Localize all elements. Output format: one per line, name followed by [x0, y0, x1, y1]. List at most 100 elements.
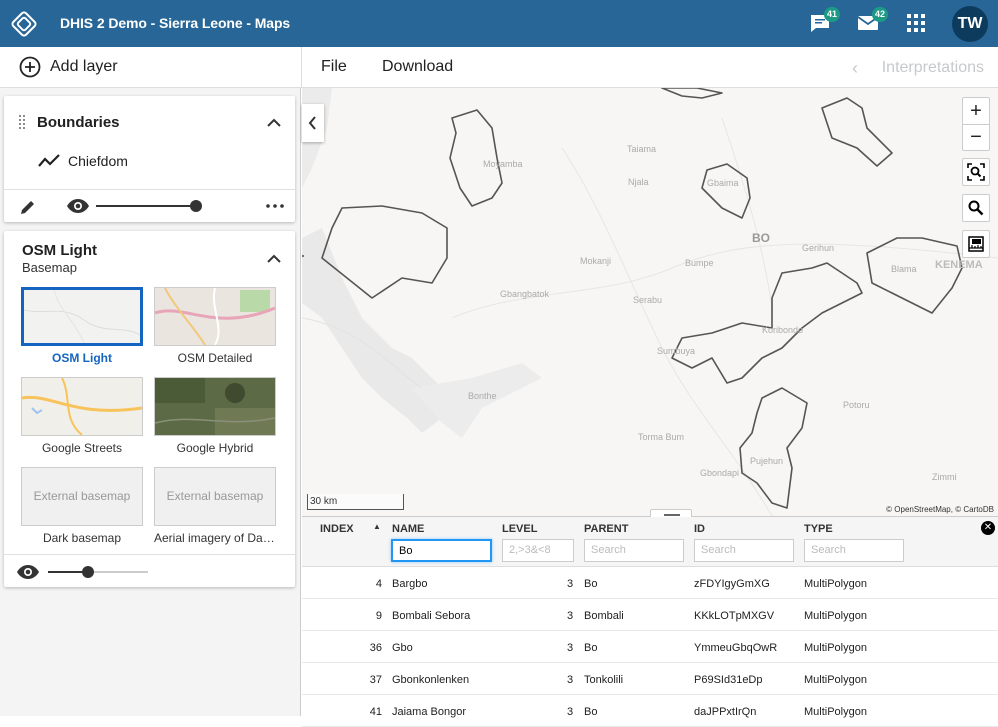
- basemap-option-label: OSM Light: [52, 351, 112, 365]
- interpretations-button[interactable]: Interpretations: [882, 59, 984, 77]
- chevron-up-icon[interactable]: [267, 118, 281, 128]
- cell-name: Bargbo: [392, 578, 428, 590]
- layer-card-footer: [4, 189, 295, 222]
- parent-filter-input[interactable]: Search: [584, 539, 684, 562]
- drag-handle-icon[interactable]: [18, 114, 26, 132]
- search-icon: [968, 200, 984, 216]
- table-row[interactable]: 36 Gbo 3 Bo YmmeuGbqOwR MultiPolygon: [302, 631, 998, 663]
- messages-badge: 41: [824, 7, 840, 22]
- cell-level: 3: [567, 578, 574, 590]
- opacity-slider-thumb[interactable]: [82, 566, 94, 578]
- basemap-thumbnail: [21, 377, 143, 436]
- map-place-label: KENEMA: [935, 259, 983, 271]
- basemap-thumbnail: External basemap: [154, 467, 276, 526]
- cell-id: daJPPxtIrQn: [694, 706, 757, 718]
- column-header-type[interactable]: TYPE: [804, 523, 833, 535]
- user-avatar[interactable]: TW: [952, 6, 988, 42]
- fit-bounds-button[interactable]: [962, 158, 990, 186]
- cell-level: 3: [567, 706, 574, 718]
- column-header-level[interactable]: LEVEL: [502, 523, 537, 535]
- cell-index: 36: [369, 642, 382, 654]
- map-attribution: © OpenStreetMap, © CartoDB: [886, 505, 994, 514]
- cell-parent: Tonkolili: [584, 674, 624, 686]
- map-place-label: Mokanji: [580, 256, 612, 266]
- legend-label: Chiefdom: [68, 153, 128, 169]
- more-options-icon[interactable]: [266, 204, 284, 208]
- fit-bounds-icon: [967, 163, 985, 181]
- id-filter-input[interactable]: Search: [694, 539, 794, 562]
- add-circle-icon: [19, 56, 41, 78]
- basemap-thumbnail: [21, 287, 143, 346]
- cell-id: P69SId31eDp: [694, 674, 763, 686]
- column-header-id[interactable]: ID: [694, 523, 705, 535]
- map-place-label: Gbaima: [707, 178, 739, 188]
- layer-title: Boundaries: [37, 114, 120, 131]
- cell-type: MultiPolygon: [804, 610, 867, 622]
- basemap-option-label: OSM Detailed: [177, 351, 253, 365]
- column-header-index[interactable]: INDEX: [320, 523, 354, 535]
- opacity-slider-track[interactable]: [96, 205, 196, 207]
- cell-parent: Bo: [584, 578, 598, 590]
- basemap-option-label: Google Streets: [41, 441, 123, 455]
- file-menu-button[interactable]: File: [321, 58, 347, 76]
- level-filter-input[interactable]: 2,>3&<8: [502, 539, 574, 562]
- zoom-in-button[interactable]: +: [963, 98, 989, 125]
- messages-icon[interactable]: 41: [808, 7, 840, 35]
- cell-type: MultiPolygon: [804, 674, 867, 686]
- edit-icon[interactable]: [18, 197, 38, 217]
- close-table-icon[interactable]: ✕: [981, 521, 995, 535]
- zoom-out-button[interactable]: −: [963, 125, 989, 151]
- apps-grid-icon[interactable]: [905, 11, 929, 35]
- basemap-option-google-hybrid[interactable]: Google Hybrid: [154, 377, 276, 455]
- chevron-up-icon[interactable]: [267, 254, 281, 264]
- basemap-option-google-streets[interactable]: Google Streets: [21, 377, 143, 455]
- column-header-name[interactable]: NAME: [392, 523, 424, 535]
- name-filter-input[interactable]: Bo: [391, 539, 492, 562]
- toolbar: Add layer File Download ‹ Interpretation…: [0, 47, 998, 88]
- basemap-thumbnail: External basemap: [21, 467, 143, 526]
- cell-id: KKkLOTpMXGV: [694, 610, 775, 622]
- cell-level: 3: [567, 642, 574, 654]
- cell-name: Gbonkonlenken: [392, 674, 470, 686]
- chevron-left-icon: [308, 116, 316, 130]
- sort-ascending-icon[interactable]: ▲: [373, 522, 381, 531]
- table-row[interactable]: 41 Jaiama Bongor 3 Bo daJPPxtIrQn MultiP…: [302, 695, 998, 727]
- basemap-option-osm-light[interactable]: OSM Light: [21, 287, 143, 365]
- map-place-label: Potoru: [843, 400, 870, 410]
- cell-index: 9: [375, 610, 382, 622]
- app-header: DHIS 2 Demo - Sierra Leone - Maps 41 42 …: [0, 0, 998, 47]
- map-canvas[interactable]: Taiama Moyamba Njala Gbaima BO Gerihun M…: [302, 88, 998, 516]
- type-filter-input[interactable]: Search: [804, 539, 904, 562]
- table-row[interactable]: 4 Bargbo 3 Bo zFDYIgyGmXG MultiPolygon: [302, 567, 998, 599]
- table-row[interactable]: 37 Gbonkonlenken 3 Tonkolili P69SId31eDp…: [302, 663, 998, 695]
- visibility-icon[interactable]: [16, 564, 40, 580]
- basemap-option-osm-detailed[interactable]: OSM Detailed: [154, 287, 276, 365]
- column-header-parent[interactable]: PARENT: [584, 523, 628, 535]
- email-icon[interactable]: 42: [856, 7, 888, 35]
- basemap-option-dark[interactable]: External basemap Dark basemap: [21, 467, 143, 545]
- map-place-label: Koribondo: [762, 325, 804, 335]
- boundaries-layer-card: Boundaries Chiefdom: [4, 96, 295, 222]
- map-place-label: Sumbuya: [657, 346, 696, 356]
- basemap-title: OSM Light: [22, 242, 97, 259]
- dhis2-logo-icon[interactable]: [10, 10, 38, 38]
- search-button[interactable]: [962, 194, 990, 222]
- map-place-label: Gerihun: [802, 243, 835, 253]
- opacity-slider-thumb[interactable]: [190, 200, 202, 212]
- cell-name: Bombali Sebora: [392, 610, 471, 622]
- chevron-left-icon[interactable]: ‹: [852, 58, 858, 79]
- collapse-panel-button[interactable]: [302, 104, 324, 142]
- map-place-label: Bumpe: [685, 258, 714, 268]
- basemap-thumbnail: [154, 287, 276, 346]
- cell-type: MultiPolygon: [804, 642, 867, 654]
- basemap-option-aerial[interactable]: External basemap Aerial imagery of Dar…: [154, 467, 276, 545]
- cell-index: 41: [369, 706, 382, 718]
- download-button[interactable]: Download: [382, 58, 453, 76]
- measure-button[interactable]: [962, 230, 990, 258]
- cell-name: Jaiama Bongor: [392, 706, 466, 718]
- add-layer-button[interactable]: Add layer: [0, 47, 302, 88]
- visibility-icon[interactable]: [66, 198, 90, 214]
- table-row[interactable]: 9 Bombali Sebora 3 Bombali KKkLOTpMXGV M…: [302, 599, 998, 631]
- basemap-subtitle: Basemap: [22, 260, 77, 275]
- line-legend-icon: [38, 154, 60, 167]
